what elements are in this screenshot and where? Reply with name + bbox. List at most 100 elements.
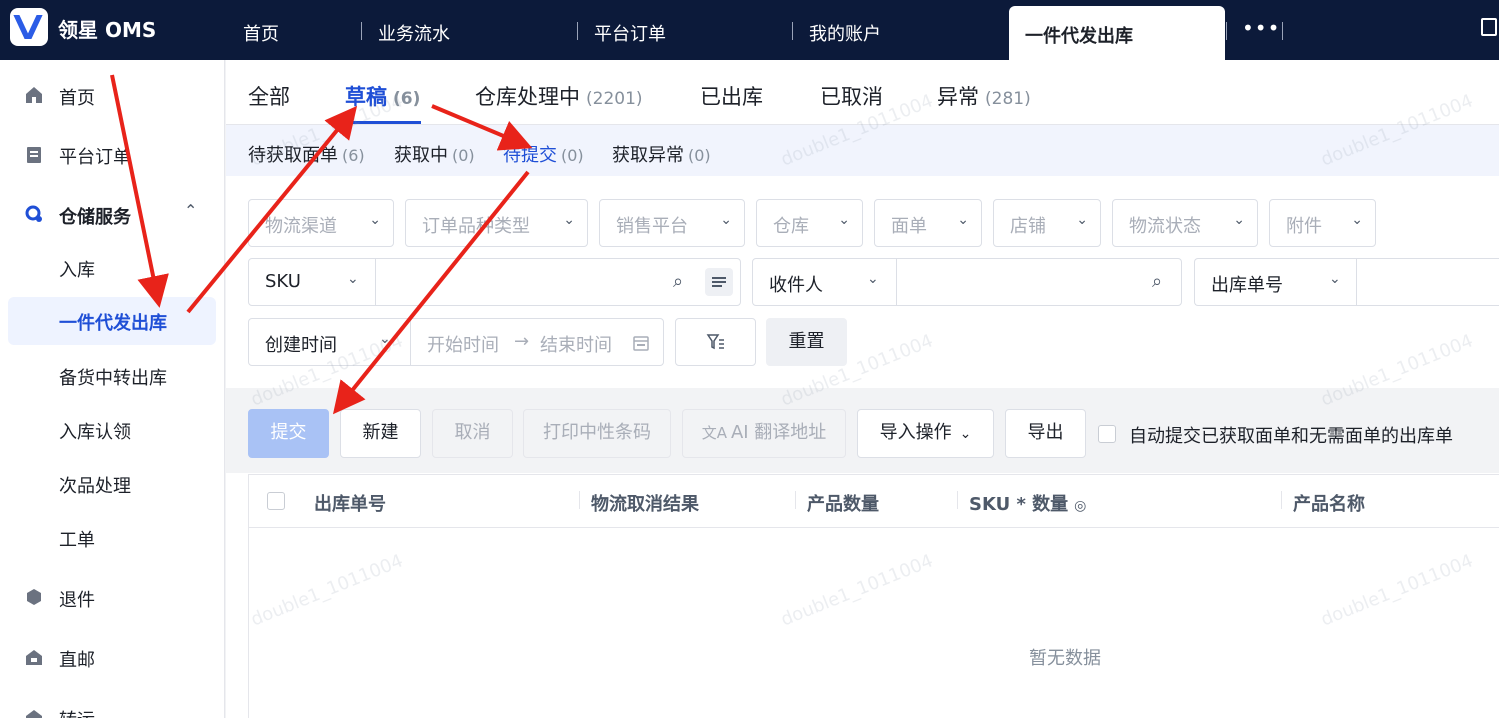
filter-icon [706, 334, 724, 350]
tab-all[interactable]: 全部 [248, 81, 290, 111]
sidebar-subitem-work-order[interactable]: 工单 [0, 518, 225, 558]
filter-logistics-status[interactable]: 物流状态 ⌄ [1112, 199, 1258, 247]
tab-separator [577, 22, 578, 40]
sidebar-item-platform-orders[interactable]: 平台订单 [0, 133, 225, 173]
translate-icon: 文A [701, 424, 727, 442]
warehouse-icon [25, 205, 42, 222]
chevron-down-icon: ⌄ [867, 271, 879, 287]
filter-sales-platform[interactable]: 销售平台 ⌄ [599, 199, 745, 247]
outbound-table: 出库单号 物流取消结果 产品数量 SKU * 数量 ◎ 产品名称 暂无数据 [248, 474, 1499, 718]
ai-translate-address-button[interactable]: 文A AI 翻译地址 [682, 409, 846, 458]
logo [10, 8, 48, 46]
filter-store[interactable]: 店铺 ⌄ [993, 199, 1101, 247]
column-sku-quantity[interactable]: SKU * 数量 ◎ [969, 490, 1086, 516]
submit-button[interactable]: 提交 [248, 409, 329, 458]
chevron-down-icon: ⌄ [1351, 212, 1363, 228]
chevron-down-icon: ⌄ [379, 331, 391, 347]
table-header: 出库单号 物流取消结果 产品数量 SKU * 数量 ◎ 产品名称 [249, 474, 1499, 528]
tab-separator [361, 22, 362, 40]
calendar-icon[interactable] [632, 334, 650, 352]
top-tab-business-flow[interactable]: 业务流水 [378, 20, 450, 46]
chevron-down-icon: ⌄ [838, 212, 850, 228]
sidebar-subitem-dropship-outbound[interactable]: 一件代发出库 [8, 297, 216, 345]
export-button[interactable]: 导出 [1005, 409, 1086, 458]
subtab-pending-submit[interactable]: 待提交 (0) [503, 141, 584, 167]
range-arrow: → [514, 331, 530, 352]
sidebar-item-transfer[interactable]: 转运 [0, 696, 225, 718]
column-product-name[interactable]: 产品名称 [1293, 490, 1365, 516]
subtab-fetching[interactable]: 获取中 (0) [394, 141, 475, 167]
cancel-button[interactable]: 取消 [432, 409, 513, 458]
clipboard-icon [27, 147, 41, 163]
sidebar-item-home[interactable]: 首页 [0, 74, 225, 114]
auto-submit-label: 自动提交已获取面单和无需面单的出库单 [1129, 426, 1453, 447]
tab-cancelled[interactable]: 已取消 [820, 81, 883, 111]
end-date-input[interactable]: 结束时间 [540, 331, 612, 357]
receiver-search-type[interactable]: 收件人 [769, 271, 823, 297]
chevron-down-icon: ⌄ [959, 426, 972, 442]
sidebar-item-direct-mail[interactable]: 直邮 [0, 636, 225, 676]
top-tab-dropship-outbound[interactable]: 一件代发出库 [1009, 6, 1225, 60]
search-icon[interactable]: ⌕ [1152, 271, 1162, 292]
tab-draft[interactable]: 草稿 (6) [345, 81, 420, 111]
tab-separator [1226, 22, 1227, 40]
chevron-down-icon: ⌄ [1076, 212, 1088, 228]
batch-input-icon[interactable] [705, 268, 733, 296]
main-content: 全部 草稿 (6) 仓库处理中 (2201) 已出库 已取消 异常 (281) 待获取… [226, 60, 1499, 718]
receiver-search: 收件人 ⌄ ⌕ [752, 258, 1182, 306]
chevron-up-icon: ⌃ [184, 201, 198, 220]
tab-shipped[interactable]: 已出库 [700, 81, 763, 111]
more-tabs-icon[interactable]: ••• [1242, 16, 1280, 40]
select-all-checkbox[interactable] [267, 492, 285, 510]
transfer-icon [26, 710, 42, 718]
chevron-down-icon: ⌄ [369, 212, 381, 228]
chevron-down-icon: ⌄ [1233, 212, 1245, 228]
chevron-down-icon: ⌄ [720, 212, 732, 228]
create-button[interactable]: 新建 [340, 409, 421, 458]
date-type-select[interactable]: 创建时间 [265, 331, 337, 357]
sidebar-subitem-inbound[interactable]: 入库 [0, 248, 225, 288]
top-navigation-bar: 领星 OMS 首页 业务流水 平台订单 我的账户 一件代发出库 ••• [0, 0, 1499, 60]
top-tab-platform-orders[interactable]: 平台订单 [594, 20, 666, 46]
home-icon [26, 87, 42, 103]
sidebar-subitem-stock-transfer-outbound[interactable]: 备货中转出库 [0, 356, 225, 396]
top-tab-my-account[interactable]: 我的账户 [809, 20, 881, 46]
sidebar-item-warehouse-service[interactable]: 仓储服务 ⌃ [0, 193, 225, 233]
direct-mail-icon [26, 650, 42, 665]
filter-shipping-label[interactable]: 面单 ⌄ [874, 199, 982, 247]
calculator-icon[interactable] [1481, 18, 1497, 36]
advanced-filter-button[interactable] [675, 318, 756, 366]
sidebar-item-returns[interactable]: 退件 [0, 576, 225, 616]
sidebar: 首页 平台订单 仓储服务 ⌃ 入库 一件代发出库 备货中转出库 入库认领 次品处… [0, 60, 225, 718]
column-outbound-number[interactable]: 出库单号 [314, 490, 386, 516]
filter-attachment[interactable]: 附件 ⌄ [1269, 199, 1376, 247]
date-range-picker: 创建时间 ⌄ 开始时间 → 结束时间 [248, 318, 664, 366]
column-product-quantity[interactable]: 产品数量 [807, 490, 879, 516]
tab-exception[interactable]: 异常 (281) [937, 81, 1031, 111]
settings-icon[interactable]: ◎ [1074, 498, 1086, 514]
search-icon[interactable]: ⌕ [673, 271, 683, 292]
subtab-fetch-exception[interactable]: 获取异常 (0) [612, 141, 711, 167]
start-date-input[interactable]: 开始时间 [427, 331, 499, 357]
sku-search-type[interactable]: SKU [265, 271, 301, 292]
sub-tab-bar: 待获取面单 (6) 获取中 (0) 待提交 (0) 获取异常 (0) [226, 124, 1499, 176]
filter-order-type[interactable]: 订单品种类型 ⌄ [405, 199, 588, 247]
auto-submit-checkbox[interactable] [1098, 425, 1116, 443]
subtab-awaiting-label[interactable]: 待获取面单 (6) [248, 141, 365, 167]
filter-warehouse[interactable]: 仓库 ⌄ [756, 199, 863, 247]
sidebar-subitem-inbound-claim[interactable]: 入库认领 [0, 410, 225, 450]
filter-logistics-channel[interactable]: 物流渠道 ⌄ [248, 199, 394, 247]
return-box-icon [27, 589, 41, 605]
import-dropdown-button[interactable]: 导入操作 ⌄ [857, 409, 994, 458]
reset-button[interactable]: 重置 [766, 318, 847, 366]
print-neutral-barcode-button[interactable]: 打印中性条码 [523, 409, 671, 458]
outbound-number-search-type[interactable]: 出库单号 [1211, 271, 1283, 297]
chevron-down-icon: ⌄ [1329, 271, 1341, 287]
column-logistics-cancel-result[interactable]: 物流取消结果 [591, 490, 699, 516]
sidebar-subitem-defective[interactable]: 次品处理 [0, 464, 225, 504]
chevron-down-icon: ⌄ [957, 212, 969, 228]
top-tab-home[interactable]: 首页 [243, 20, 279, 46]
tab-warehouse-processing[interactable]: 仓库处理中 (2201) [475, 81, 643, 111]
chevron-down-icon: ⌄ [563, 212, 575, 228]
brand-name: 领星 OMS [58, 18, 157, 42]
